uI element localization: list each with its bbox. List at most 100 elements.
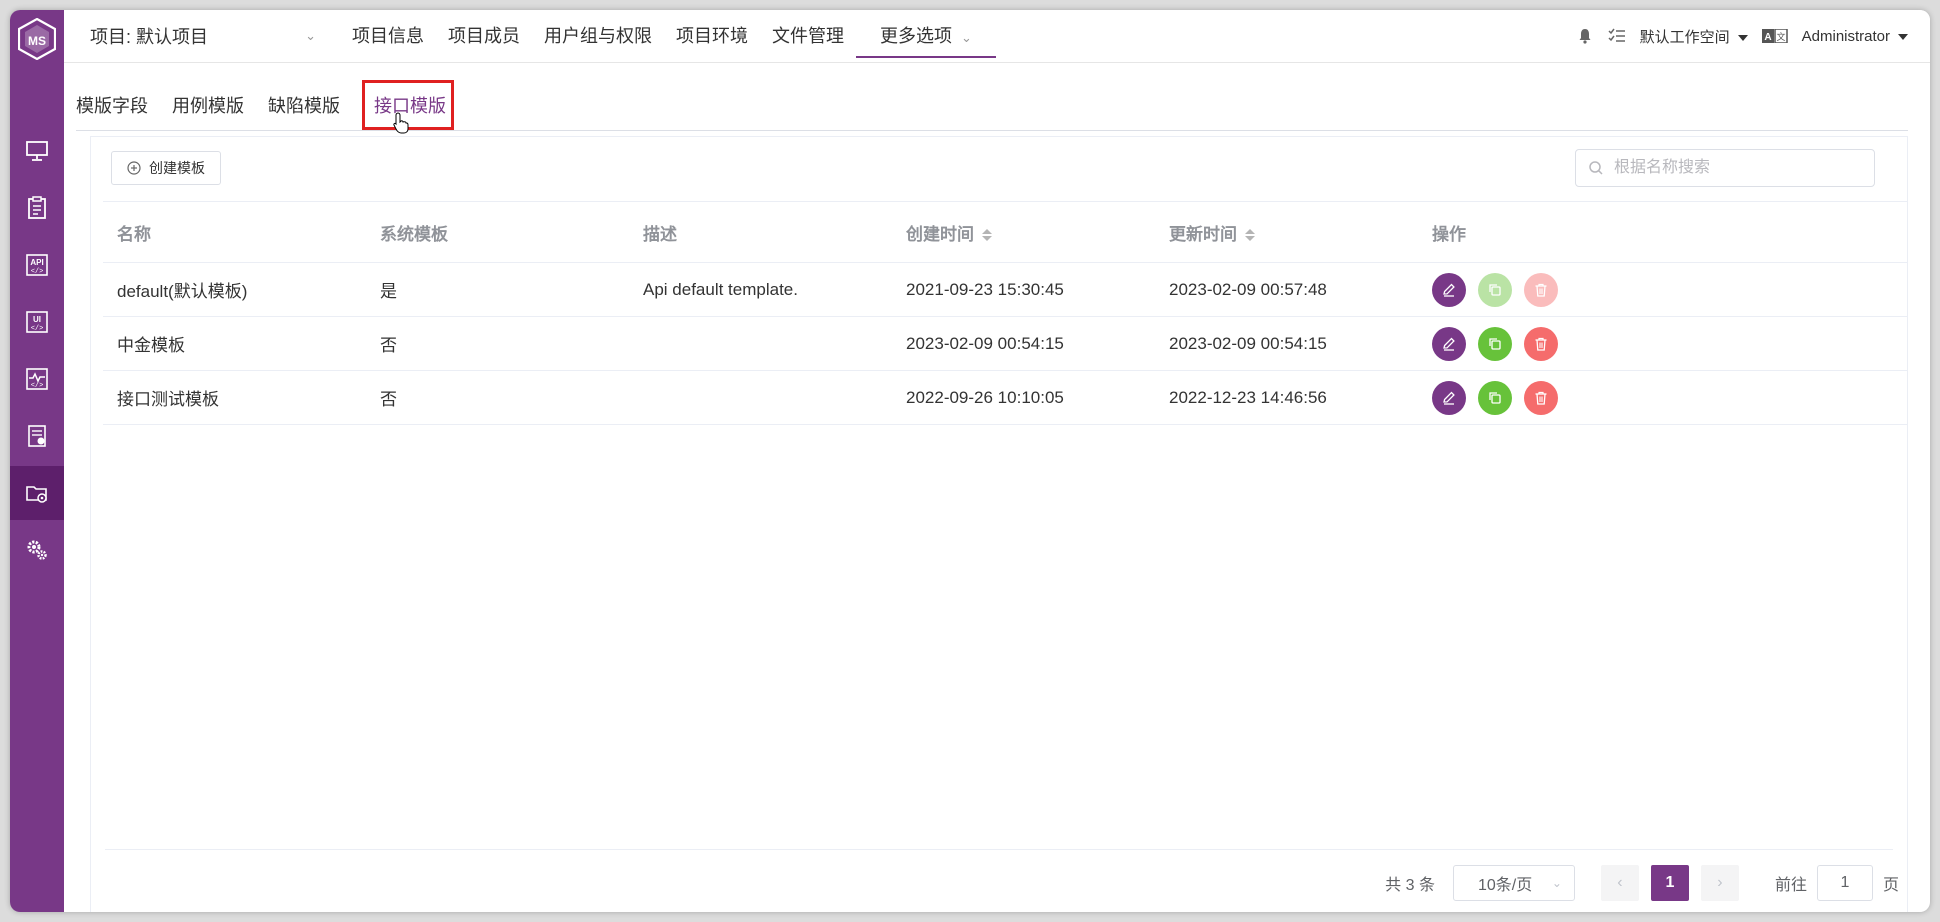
page-size-select[interactable]: 10条/页 ⌄ <box>1452 865 1575 901</box>
sidebar: MS API </> UI </> </> <box>10 10 64 912</box>
sidebar-item-system-settings[interactable] <box>10 523 64 577</box>
nav-more-options[interactable]: 更多选项 ⌄ <box>856 10 996 62</box>
create-template-button[interactable]: 创建模板 <box>111 151 221 185</box>
col-updated-time[interactable]: 更新时间 <box>1155 201 1418 263</box>
top-bar: 项目: 默认项目 ⌄ 项目信息 项目成员 用户组与权限 项目环境 文件管理 更多… <box>64 10 1930 63</box>
tab-case-template[interactable]: 用例模版 <box>172 92 244 118</box>
cell-created-time: 2022-09-26 10:10:05 <box>892 370 1155 425</box>
delete-button[interactable] <box>1524 380 1558 415</box>
nav-project-info[interactable]: 项目信息 <box>340 10 436 62</box>
goto-page-input[interactable] <box>1816 865 1873 901</box>
clipboard-icon <box>28 196 46 219</box>
col-description: 描述 <box>629 201 892 263</box>
search-input[interactable] <box>1612 158 1856 178</box>
language-switch-icon[interactable]: A文 <box>1761 27 1788 45</box>
sort-icon[interactable] <box>982 227 992 243</box>
trash-icon <box>1533 390 1549 406</box>
nav-file-management[interactable]: 文件管理 <box>760 10 856 62</box>
edit-icon <box>1441 390 1457 406</box>
table-row[interactable]: 接口测试模板否 2022-09-26 10:10:05 2022-12-23 14:… <box>103 370 1907 425</box>
copy-icon <box>1487 390 1503 406</box>
cell-description: Api default template. <box>629 262 892 317</box>
edit-button[interactable] <box>1432 380 1466 415</box>
app-window: MS API </> UI </> </> 项目: 默认项目 ⌄ 项目信息 项目… <box>10 10 1930 912</box>
ms-logo-icon[interactable]: MS <box>18 18 56 60</box>
cell-name: 中金模板 <box>103 316 366 371</box>
ui-icon: UI</> <box>26 311 48 333</box>
nav-user-groups[interactable]: 用户组与权限 <box>532 10 664 62</box>
sidebar-item-track[interactable] <box>10 181 64 235</box>
cell-created-time: 2023-02-09 00:54:15 <box>892 316 1155 371</box>
plus-circle-icon <box>127 161 141 175</box>
trash-icon <box>1533 282 1549 298</box>
copy-icon <box>1487 282 1503 298</box>
page-number-current[interactable]: 1 <box>1650 865 1689 901</box>
nav-project-members[interactable]: 项目成员 <box>436 10 532 62</box>
sidebar-item-workstation[interactable] <box>10 124 64 178</box>
monitor-icon <box>26 141 48 161</box>
edit-button[interactable] <box>1432 272 1466 307</box>
copy-icon <box>1487 336 1503 352</box>
copy-button[interactable] <box>1478 326 1512 361</box>
svg-text:A: A <box>1764 32 1771 43</box>
top-right-tools: 默认工作空间 A文 Administrator <box>1576 10 1908 62</box>
chevron-down-icon: ⌄ <box>961 30 972 45</box>
cell-name: 接口测试模板 <box>103 370 366 425</box>
col-created-time[interactable]: 创建时间 <box>892 201 1155 263</box>
sidebar-item-project-settings[interactable] <box>10 466 64 520</box>
col-system: 系统模板 <box>366 201 629 263</box>
nav-project-env[interactable]: 项目环境 <box>664 10 760 62</box>
user-name: Administrator <box>1801 27 1890 45</box>
cell-actions <box>1418 316 1907 371</box>
table-row[interactable]: 中金模板否 2023-02-09 00:54:15 2023-02-09 00:54… <box>103 316 1907 371</box>
sidebar-item-api[interactable]: API </> <box>10 238 64 292</box>
next-page-button[interactable]: › <box>1700 865 1739 901</box>
pagination: 共 3 条 10条/页 ⌄ ‹ 1 › 前往 页 <box>1385 865 1899 901</box>
workspace-select[interactable]: 默认工作空间 <box>1640 26 1748 47</box>
delete-button[interactable] <box>1524 272 1558 307</box>
cell-system: 否 <box>366 370 629 425</box>
template-tabs: 模版字段 用例模版 缺陷模版 接口模版 <box>76 62 1908 131</box>
report-icon <box>28 425 46 447</box>
edit-button[interactable] <box>1432 326 1466 361</box>
create-template-label: 创建模板 <box>149 160 205 176</box>
cell-name: default(默认模板) <box>103 262 366 317</box>
nav-more-label: 更多选项 <box>880 26 952 46</box>
workspace-label: 默认工作空间 <box>1639 28 1730 46</box>
cell-updated-time: 2022-12-23 14:46:56 <box>1155 370 1418 425</box>
user-menu[interactable]: Administrator <box>1802 28 1908 45</box>
settings-gears-icon <box>27 540 47 560</box>
edit-icon <box>1441 336 1457 352</box>
tab-field-template[interactable]: 模版字段 <box>76 92 148 118</box>
bell-icon[interactable] <box>1576 27 1594 45</box>
trash-icon <box>1533 336 1549 352</box>
col-created-label: 创建时间 <box>906 224 974 244</box>
col-name: 名称 <box>103 201 366 263</box>
sort-icon[interactable] <box>1245 227 1255 243</box>
col-updated-label: 更新时间 <box>1169 224 1237 244</box>
hand-cursor-icon <box>393 112 409 134</box>
delete-button[interactable] <box>1524 326 1558 361</box>
cell-system: 否 <box>366 316 629 371</box>
sidebar-item-report[interactable] <box>10 409 64 463</box>
cell-description <box>629 316 892 371</box>
table-header-row: 名称 系统模板 描述 创建时间 更新时间 操作 <box>103 201 1907 263</box>
svg-text:</>: </> <box>31 382 44 390</box>
task-list-icon[interactable] <box>1608 27 1626 45</box>
search-icon <box>1589 161 1603 175</box>
copy-button[interactable] <box>1478 380 1512 415</box>
edit-icon <box>1441 282 1457 298</box>
project-select-value: 项目: 默认项目 <box>90 27 209 47</box>
sidebar-item-ui[interactable]: UI </> <box>10 295 64 349</box>
goto-label: 前往 <box>1774 877 1807 894</box>
svg-text:API: API <box>30 258 43 267</box>
prev-page-button[interactable]: ‹ <box>1600 865 1639 901</box>
project-select[interactable]: 项目: 默认项目 ⌄ <box>90 24 316 48</box>
copy-button[interactable] <box>1478 272 1512 307</box>
tab-issue-template[interactable]: 缺陷模版 <box>268 92 340 118</box>
cell-system: 是 <box>366 262 629 317</box>
table-row[interactable]: default(默认模板) 是 Api default template. 2021-… <box>103 262 1907 317</box>
caret-down-icon <box>1898 33 1908 40</box>
sidebar-item-performance[interactable]: </> <box>10 352 64 406</box>
col-actions: 操作 <box>1418 201 1907 263</box>
